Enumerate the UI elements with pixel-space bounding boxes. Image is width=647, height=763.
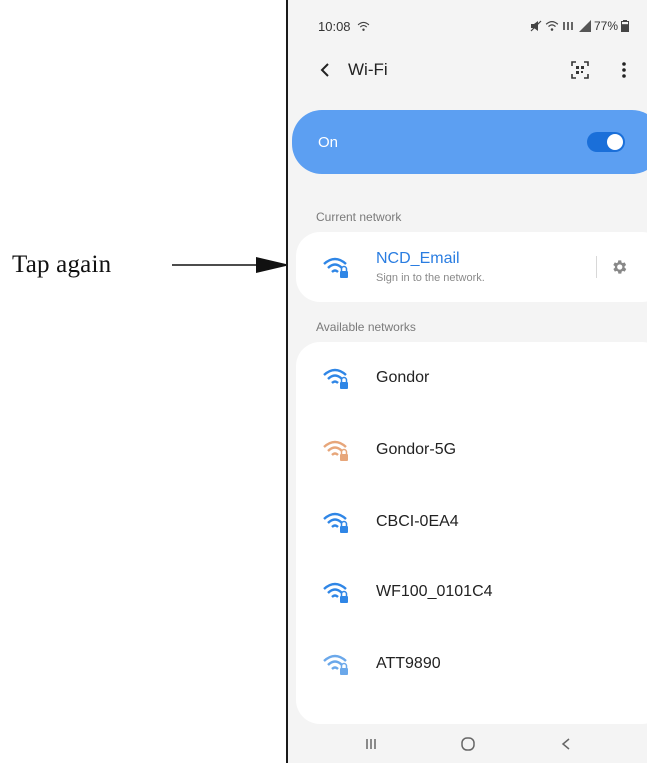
switch-knob [607, 134, 623, 150]
mute-icon [530, 20, 542, 32]
wifi-lock-icon [323, 440, 348, 461]
navigation-bar [288, 724, 647, 763]
battery-icon [621, 20, 629, 32]
wifi-lock-icon [323, 257, 348, 278]
divider [596, 256, 597, 278]
back-nav-button[interactable] [551, 729, 581, 759]
more-options-button[interactable] [613, 59, 635, 81]
signal-icon [578, 20, 591, 32]
phone-screen: 10:08 77% Wi-Fi On Current network NCD_E… [286, 0, 647, 763]
app-actions [569, 59, 635, 81]
network-item[interactable]: ATT9890 [296, 636, 647, 692]
wifi-toggle-row[interactable]: On [292, 110, 647, 174]
page-title: Wi-Fi [348, 60, 388, 79]
status-time: 10:08 [318, 18, 351, 34]
battery-percent: 77% [593, 19, 618, 33]
status-icons: 77% [530, 19, 629, 33]
arrow-right-icon [172, 257, 290, 273]
wifi-toggle-label: On [318, 133, 339, 151]
status-time-group: 10:08 [318, 19, 370, 34]
wifi-lock-icon [323, 512, 348, 533]
current-network-name: NCD_Email [376, 250, 460, 267]
back-button[interactable] [314, 59, 336, 81]
home-icon [461, 736, 476, 751]
network-name: ATT9890 [376, 655, 441, 672]
current-network-status: Sign in to the network. [376, 272, 485, 284]
annotation-text: Tap again [12, 251, 112, 278]
recent-apps-button[interactable] [356, 729, 386, 759]
network-name: CBCI-0EA4 [376, 513, 459, 530]
home-button[interactable] [453, 729, 483, 759]
wifi-toggle-switch[interactable] [587, 132, 625, 152]
recent-apps-icon [366, 738, 376, 749]
current-network-text: NCD_Email Sign in to the network. [376, 250, 485, 284]
back-nav-icon [561, 737, 570, 750]
network-item[interactable]: WF100_0101C4 [296, 564, 647, 620]
wifi-lock-icon [323, 368, 348, 389]
annotation: Tap again [12, 245, 290, 285]
wifi-lock-icon [323, 654, 348, 675]
screenshot: Tap again 10:08 77% Wi-Fi On Current net… [0, 0, 647, 763]
network-settings-button[interactable] [608, 256, 630, 278]
network-name: Gondor [376, 369, 430, 386]
qr-scan-icon [571, 61, 589, 79]
wifi-calling-icon [545, 20, 559, 31]
network-item[interactable]: Gondor-5G [296, 422, 647, 478]
wifi-lock-icon [323, 582, 348, 603]
lte-icon [562, 22, 573, 30]
available-networks-list: Gondor Gondor-5G CBCI-0EA4 WF100_0101C4 … [296, 342, 647, 724]
more-options-icon [622, 62, 626, 78]
network-item[interactable]: CBCI-0EA4 [296, 494, 647, 550]
network-item[interactable]: Gondor [296, 350, 647, 406]
wifi-status-icon [357, 21, 369, 31]
qr-scan-button[interactable] [569, 59, 591, 81]
network-name: Gondor-5G [376, 441, 457, 458]
status-bar: 10:08 77% [288, 0, 647, 52]
back-icon [320, 63, 329, 77]
network-name: WF100_0101C4 [376, 583, 493, 600]
current-network-label: Current network [316, 210, 402, 224]
current-network-row[interactable]: NCD_Email Sign in to the network. [296, 232, 647, 302]
gear-icon [613, 260, 627, 274]
app-bar: Wi-Fi [288, 48, 647, 92]
available-networks-label: Available networks [316, 320, 416, 334]
